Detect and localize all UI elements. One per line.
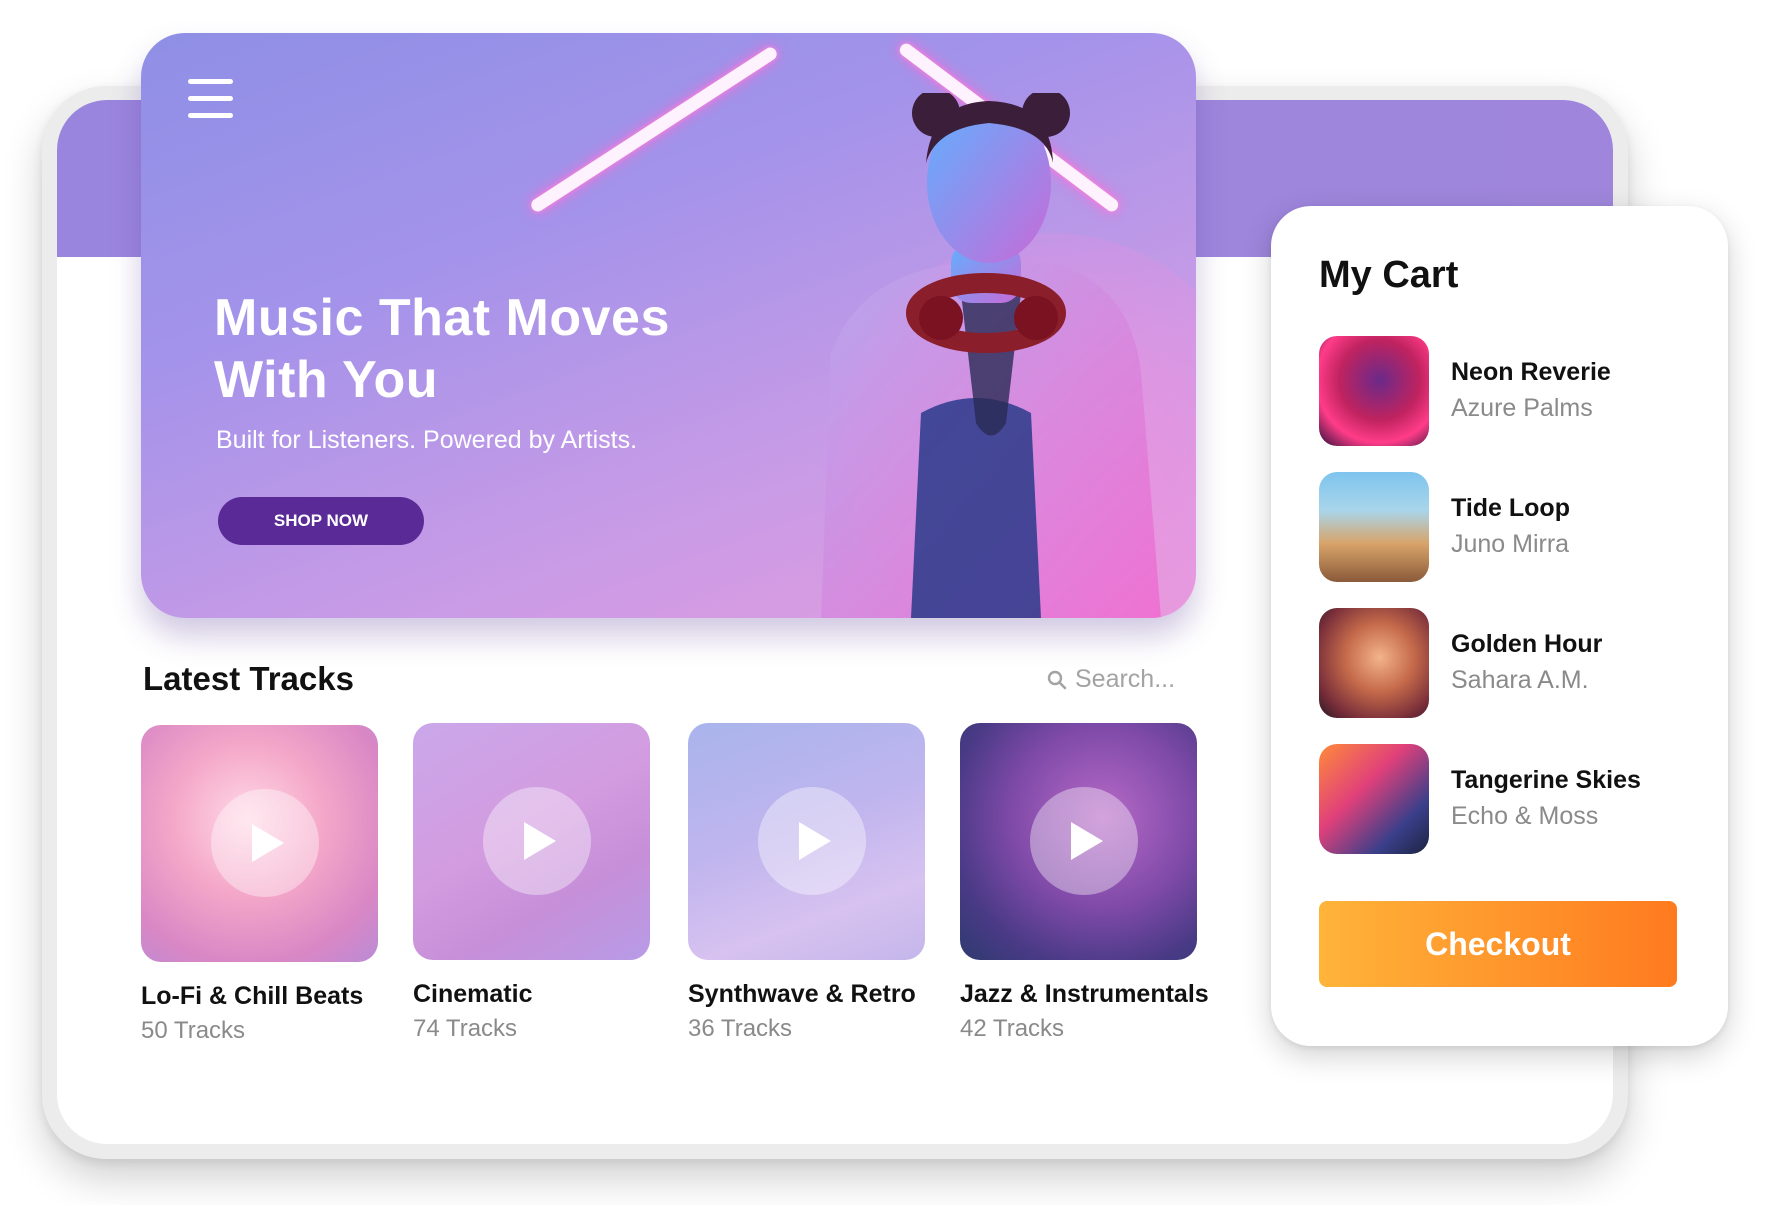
- hero-banner: Music That Moves With You Built for List…: [141, 33, 1196, 618]
- track-name: Cinematic: [413, 980, 533, 1008]
- play-icon[interactable]: [1030, 787, 1138, 895]
- cart-item[interactable]: Tangerine Skies Echo & Moss: [1319, 744, 1699, 856]
- cart-item-artwork: [1319, 744, 1429, 854]
- search-icon: [1047, 670, 1067, 689]
- shop-now-button[interactable]: SHOP NOW: [218, 497, 424, 545]
- track-count: 42 Tracks: [960, 1015, 1065, 1042]
- track-thumbnail: [960, 723, 1197, 960]
- cart-item[interactable]: Golden Hour Sahara A.M.: [1319, 608, 1699, 720]
- cart-item-artist: Juno Mirra: [1451, 530, 1570, 558]
- track-name: Lo-Fi & Chill Beats: [141, 982, 364, 1010]
- track-count: 50 Tracks: [141, 1017, 246, 1044]
- cart-item-title: Tangerine Skies: [1451, 766, 1641, 794]
- track-name: Synthwave & Retro: [688, 980, 916, 1008]
- search-input[interactable]: Search...: [1047, 665, 1175, 694]
- track-count: 74 Tracks: [413, 1015, 518, 1042]
- hero-model-image: [821, 93, 1161, 618]
- play-icon[interactable]: [483, 787, 591, 895]
- hero-title: Music That Moves With You: [214, 289, 670, 409]
- cart-item-artist: Sahara A.M.: [1451, 666, 1589, 694]
- play-icon[interactable]: [211, 789, 319, 897]
- track-thumbnail: [688, 723, 925, 960]
- cart-panel: My Cart Neon Reverie Azure Palms Tide Lo…: [1271, 206, 1728, 1046]
- track-card[interactable]: Jazz & Instrumentals 42 Tracks: [960, 723, 1209, 1043]
- neon-light-left: [528, 45, 780, 214]
- track-thumbnail: [141, 725, 378, 962]
- hamburger-menu-icon[interactable]: [188, 79, 233, 118]
- cart-item-artwork: [1319, 472, 1429, 582]
- cart-title: My Cart: [1319, 254, 1459, 296]
- cart-item-artwork: [1319, 608, 1429, 718]
- track-card[interactable]: Lo-Fi & Chill Beats 50 Tracks: [141, 725, 378, 1045]
- track-thumbnail: [413, 723, 650, 960]
- search-placeholder: Search...: [1075, 665, 1176, 693]
- latest-tracks-title: Latest Tracks: [143, 660, 354, 697]
- cart-item-artist: Echo & Moss: [1451, 802, 1599, 830]
- track-name: Jazz & Instrumentals: [960, 980, 1209, 1008]
- hero-subtitle: Built for Listeners. Powered by Artists.: [216, 426, 638, 454]
- track-count: 36 Tracks: [688, 1015, 793, 1042]
- cart-item-artist: Azure Palms: [1451, 394, 1593, 422]
- cart-item-title: Tide Loop: [1451, 494, 1570, 522]
- play-icon[interactable]: [758, 787, 866, 895]
- cart-item[interactable]: Tide Loop Juno Mirra: [1319, 472, 1699, 584]
- cart-item-title: Golden Hour: [1451, 630, 1603, 658]
- checkout-button[interactable]: Checkout: [1319, 901, 1677, 987]
- track-card[interactable]: Synthwave & Retro 36 Tracks: [688, 723, 925, 1043]
- app-mockup: Music That Moves With You Built for List…: [0, 0, 1765, 1205]
- cart-item-title: Neon Reverie: [1451, 358, 1611, 386]
- track-card[interactable]: Cinematic 74 Tracks: [413, 723, 650, 1043]
- cart-item-artwork: [1319, 336, 1429, 446]
- cart-item[interactable]: Neon Reverie Azure Palms: [1319, 336, 1699, 448]
